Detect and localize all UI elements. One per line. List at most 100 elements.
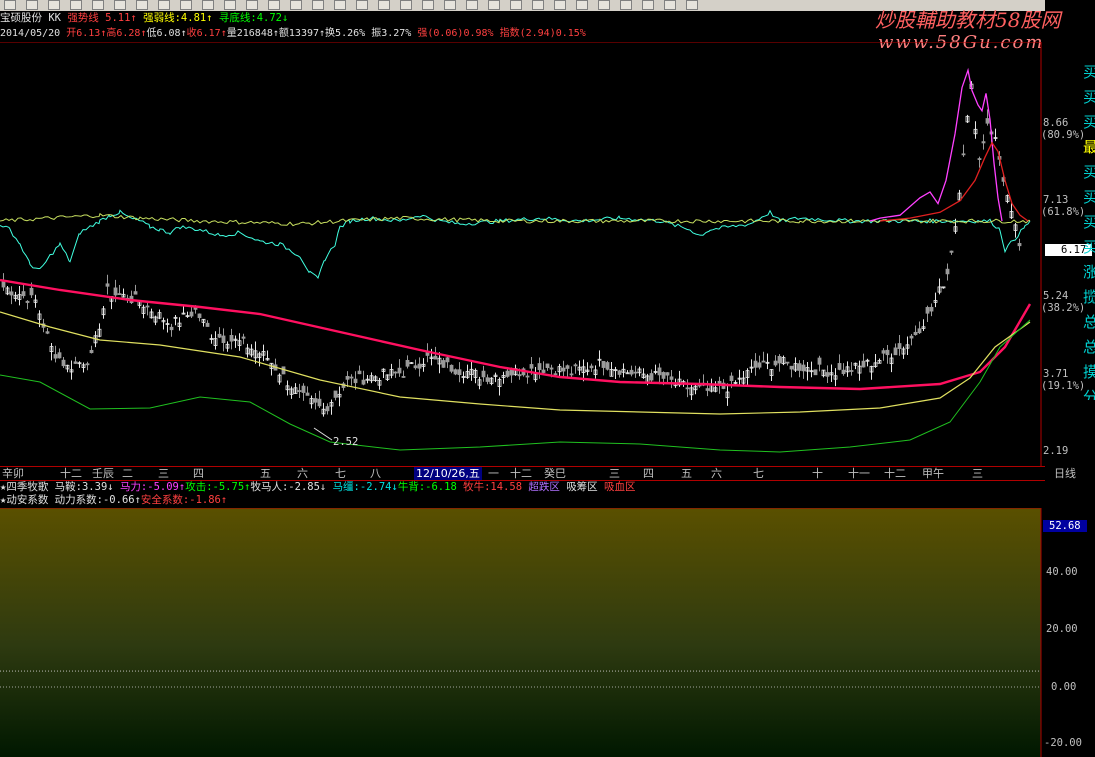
grid-icon[interactable] (158, 0, 170, 10)
rect-icon[interactable] (642, 0, 654, 10)
grid-icon[interactable] (356, 0, 368, 10)
turnover-value: 5.26% (335, 28, 366, 39)
candle (229, 328, 234, 350)
date-label: 辛卯 (2, 467, 24, 480)
candle (81, 362, 86, 373)
up-arrow-icon: ↑ (130, 12, 137, 24)
date-label: 四 (643, 467, 654, 480)
candle (941, 286, 946, 289)
grid-icon[interactable] (180, 0, 192, 10)
grid-icon[interactable] (400, 0, 412, 10)
candle (777, 354, 782, 372)
signal-char: 总 (1083, 313, 1095, 331)
oscillator-chart[interactable] (0, 508, 1045, 757)
grid-icon[interactable] (378, 0, 390, 10)
date-label: 十二 (60, 467, 82, 480)
candle (925, 305, 930, 323)
candle (769, 369, 774, 381)
candle (417, 357, 422, 377)
grid-icon[interactable] (268, 0, 280, 10)
date-label: 三 (972, 467, 983, 480)
period-label[interactable]: 日线 (1045, 467, 1085, 480)
zoom-icon[interactable] (532, 0, 544, 10)
sub1-value: -5.75 (212, 481, 245, 493)
candle (477, 376, 482, 390)
sub1-value: -2.85 (288, 481, 320, 493)
high-label: 高 (106, 28, 117, 39)
date-label: 一 (488, 467, 499, 480)
grid-icon[interactable] (422, 0, 434, 10)
signal-char: 最 (1083, 138, 1095, 156)
text-icon[interactable] (598, 0, 610, 10)
grid-icon[interactable] (92, 0, 104, 10)
new-icon[interactable] (4, 0, 16, 10)
save-icon[interactable] (48, 0, 60, 10)
grid-icon[interactable] (312, 0, 324, 10)
date-label: 十 (812, 467, 823, 480)
candle (217, 327, 222, 338)
link-icon[interactable] (554, 0, 566, 10)
stock-name[interactable]: 宝硕股份 (0, 12, 42, 24)
candle (573, 363, 578, 374)
grid-icon[interactable] (290, 0, 302, 10)
cursor-icon[interactable] (444, 0, 456, 10)
candle (525, 372, 530, 384)
sub1-label: 攻击: (185, 481, 213, 493)
signal-char: 买 (1083, 213, 1095, 231)
oscillator-background (0, 508, 1041, 757)
candle (253, 341, 258, 364)
amount-label: 额 (278, 28, 289, 39)
candle (233, 335, 238, 348)
price-axis-label: 2.19 (1043, 445, 1069, 457)
candle (169, 323, 174, 337)
candle (637, 366, 642, 377)
candle (597, 350, 602, 367)
price-chart[interactable] (0, 42, 1045, 466)
candle (601, 360, 606, 376)
candle (21, 284, 26, 299)
candle (5, 285, 10, 296)
draw-icon[interactable] (576, 0, 588, 10)
candle (809, 361, 814, 378)
date-axis[interactable]: 辛卯 十二 壬辰二三四五六七八 12/10/26,五一十二 癸巳三四五六七十十一 十二 甲午… (0, 466, 1045, 481)
candle (337, 386, 342, 407)
candle (297, 383, 302, 399)
candle (789, 365, 794, 378)
candle (757, 355, 762, 370)
candle (221, 328, 226, 352)
candle (821, 369, 826, 378)
copy-icon[interactable] (620, 0, 632, 10)
volume-value: 216848 (236, 28, 273, 39)
candle (761, 351, 766, 363)
candle (373, 375, 378, 382)
candle (245, 343, 250, 358)
price-axis-label: 8.66 (80.9%) (1041, 117, 1086, 141)
sub1-value: -6.18 (425, 481, 457, 493)
sub2-label: 动力系数: (54, 494, 103, 506)
candle (145, 300, 150, 316)
grid-icon[interactable] (114, 0, 126, 10)
grid-icon[interactable] (224, 0, 236, 10)
open-icon[interactable] (26, 0, 38, 10)
grid-icon[interactable] (334, 0, 346, 10)
bar-icon[interactable] (488, 0, 500, 10)
candle (585, 362, 590, 376)
grid-icon[interactable] (70, 0, 82, 10)
candle (885, 344, 890, 364)
candle (201, 318, 206, 327)
zone-label: 吸血区 (604, 481, 636, 493)
sub2-title[interactable]: ★动安系数 (0, 494, 48, 506)
arrow-icon[interactable] (510, 0, 522, 10)
grid-icon[interactable] (136, 0, 148, 10)
sub1-title[interactable]: ★四季牧歌 (0, 481, 48, 493)
sub-indicator-header-1: ★四季牧歌 马鞍:3.39↓ 马力:-5.09↑攻击:-5.75↑牧马人:-2.… (0, 481, 636, 493)
candle (861, 353, 866, 368)
line-icon[interactable] (466, 0, 478, 10)
candle (225, 341, 230, 352)
candle (797, 360, 802, 378)
delete-icon[interactable] (664, 0, 676, 10)
grid-icon[interactable] (202, 0, 214, 10)
candle (237, 333, 242, 351)
grid-icon[interactable] (246, 0, 258, 10)
color-icon[interactable] (686, 0, 698, 10)
